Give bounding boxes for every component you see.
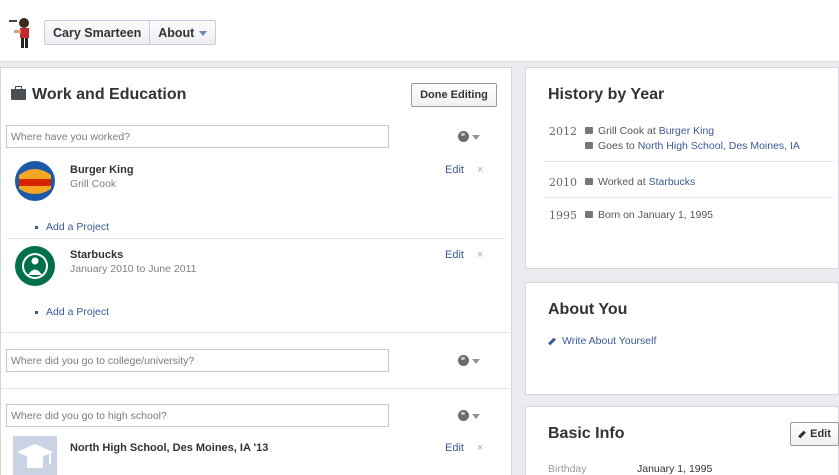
pencil-icon bbox=[798, 430, 806, 438]
globe-icon bbox=[458, 355, 469, 366]
globe-icon bbox=[458, 410, 469, 421]
work-search-input[interactable]: Where have you worked? bbox=[6, 125, 389, 148]
breadcrumb: Cary Smarteen About bbox=[44, 20, 217, 45]
edit-job-link[interactable]: Edit bbox=[445, 164, 464, 176]
add-project-link[interactable]: Add a Project bbox=[35, 306, 109, 318]
starbucks-logo[interactable] bbox=[13, 244, 57, 288]
edit-basic-info-label: Edit bbox=[810, 428, 831, 440]
history-year: 1995 bbox=[549, 209, 577, 222]
basic-info-panel: Basic Info Edit Birthday January 1, 1995 bbox=[525, 406, 839, 475]
college-search-input[interactable]: Where did you go to college/university? bbox=[6, 349, 389, 372]
edit-basic-info-button[interactable]: Edit bbox=[790, 422, 839, 446]
remove-school-icon[interactable]: × bbox=[477, 442, 483, 454]
birthday-label: Birthday bbox=[548, 463, 587, 475]
school-placeholder-icon[interactable] bbox=[13, 436, 57, 475]
job-detail: January 2010 to June 2011 bbox=[70, 263, 197, 275]
work-education-title-text: Work and Education bbox=[32, 86, 187, 103]
profile-header: Cary Smarteen About bbox=[0, 0, 839, 62]
history-event-text: Grill Cook at bbox=[598, 125, 659, 137]
chevron-down-icon bbox=[472, 359, 480, 364]
burger-king-logo[interactable] bbox=[13, 159, 57, 203]
history-year: 2012 bbox=[549, 125, 577, 138]
history-divider bbox=[544, 197, 834, 198]
job-name[interactable]: Starbucks bbox=[70, 249, 123, 261]
highschool-privacy-selector[interactable] bbox=[458, 409, 484, 423]
history-event-link[interactable]: Burger King bbox=[659, 125, 714, 137]
briefcase-icon bbox=[11, 86, 26, 100]
work-education-title: Work and Education bbox=[11, 86, 186, 104]
globe-icon bbox=[458, 131, 469, 142]
chevron-down-icon bbox=[472, 414, 480, 419]
history-event-text: Born on January 1, 1995 bbox=[598, 209, 713, 221]
about-you-title: About You bbox=[548, 301, 628, 318]
about-label: About bbox=[158, 26, 195, 40]
chevron-down-icon bbox=[199, 31, 208, 37]
history-divider bbox=[544, 161, 834, 162]
profile-avatar-icon[interactable] bbox=[8, 14, 36, 50]
add-project-link[interactable]: Add a Project bbox=[35, 221, 109, 233]
history-event-text: Worked at bbox=[598, 176, 649, 188]
pencil-icon bbox=[548, 337, 556, 346]
about-dropdown[interactable]: About bbox=[149, 21, 215, 44]
profile-name-link[interactable]: Cary Smarteen bbox=[45, 21, 149, 44]
work-education-panel: Work and Education Done Editing Where ha… bbox=[0, 67, 513, 475]
entry-divider bbox=[6, 238, 506, 239]
highschool-search-input[interactable]: Where did you go to high school? bbox=[6, 404, 389, 427]
remove-job-icon[interactable]: × bbox=[477, 164, 483, 176]
history-event: Goes to North High School, Des Moines, I… bbox=[585, 140, 800, 152]
calendar-icon bbox=[585, 211, 593, 218]
history-event: Worked at Starbucks bbox=[585, 176, 695, 188]
profile-name: Cary Smarteen bbox=[53, 26, 142, 40]
about-you-panel: About You Write About Yourself bbox=[525, 282, 839, 395]
remove-job-icon[interactable]: × bbox=[477, 249, 483, 261]
history-event: Born on January 1, 1995 bbox=[585, 209, 713, 221]
history-event: Grill Cook at Burger King bbox=[585, 125, 714, 137]
college-privacy-selector[interactable] bbox=[458, 354, 484, 368]
write-about-yourself-text[interactable]: Write About Yourself bbox=[562, 335, 656, 347]
briefcase-icon bbox=[585, 178, 593, 185]
history-event-text: Goes to bbox=[598, 140, 638, 152]
basic-info-title: Basic Info bbox=[548, 425, 625, 442]
job-name[interactable]: Burger King bbox=[70, 164, 134, 176]
school-icon bbox=[585, 142, 593, 149]
job-detail: Grill Cook bbox=[70, 178, 117, 190]
briefcase-icon bbox=[585, 127, 593, 134]
work-privacy-selector[interactable] bbox=[458, 130, 484, 144]
history-event-link[interactable]: Starbucks bbox=[649, 176, 696, 188]
history-panel: History by Year 2012 Grill Cook at Burge… bbox=[525, 67, 839, 269]
edit-job-link[interactable]: Edit bbox=[445, 249, 464, 261]
section-divider bbox=[1, 332, 513, 333]
history-event-link[interactable]: North High School, Des Moines, IA bbox=[638, 140, 800, 152]
history-year: 2010 bbox=[549, 176, 577, 189]
section-divider bbox=[1, 388, 513, 389]
history-title: History by Year bbox=[548, 86, 665, 103]
done-editing-button[interactable]: Done Editing bbox=[411, 83, 497, 107]
edit-school-link[interactable]: Edit bbox=[445, 442, 464, 454]
chevron-down-icon bbox=[472, 135, 480, 140]
birthday-value: January 1, 1995 bbox=[637, 463, 713, 475]
school-name[interactable]: North High School, Des Moines, IA '13 bbox=[70, 442, 268, 454]
write-about-yourself-link[interactable]: Write About Yourself bbox=[548, 335, 656, 347]
